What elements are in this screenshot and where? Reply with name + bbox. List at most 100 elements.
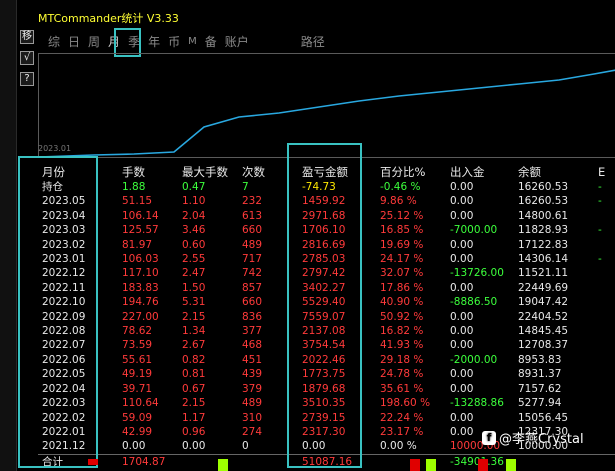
cell-max-lots: 1.50	[182, 281, 206, 294]
tab-year[interactable]: 年	[148, 33, 160, 50]
tab-month[interactable]: 月	[108, 33, 120, 50]
cell-profit: 2739.15	[302, 411, 346, 424]
cell-deposit: 0.00	[450, 310, 474, 323]
cell-count: 468	[242, 339, 263, 352]
tab-backup[interactable]: 备	[205, 33, 217, 50]
table-header-row: 月份 手数 最大手数 次数 盈亏金额 百分比% 出入金 余额 E	[38, 164, 615, 180]
cell-profit: 2797.42	[302, 267, 346, 280]
cell-balance: 22404.52	[518, 310, 569, 323]
cell-profit: 1773.75	[302, 368, 346, 381]
table-row: 2022.11 183.83 1.50 857 3402.27 17.86 % 0.00 22…	[38, 281, 615, 295]
cell-balance: 14845.45	[518, 325, 569, 338]
tab-day[interactable]: 日	[68, 33, 80, 50]
path-button[interactable]: 路径	[301, 33, 325, 50]
check-button[interactable]: √	[20, 51, 34, 65]
move-button[interactable]: 移	[20, 30, 34, 44]
indicator-mark	[506, 459, 516, 471]
cell-percent: 23.17 %	[380, 425, 424, 438]
cell-deposit: 0.00	[450, 382, 474, 395]
cell-profit: 2816.69	[302, 238, 346, 251]
cell-balance: 5277.94	[518, 397, 562, 410]
cell-profit: 3402.27	[302, 281, 346, 294]
cell-extra: E	[598, 165, 606, 179]
cell-profit: 3510.35	[302, 397, 346, 410]
cell-max-lots: 0.00	[182, 440, 206, 453]
window-title: MTCommander统计 V3.33	[38, 12, 179, 25]
tab-account[interactable]: 账户	[225, 33, 249, 50]
cell-profit: 盈亏金额	[302, 165, 348, 179]
cell-deposit: -7000.00	[450, 224, 498, 237]
cell-max-lots: 0.96	[182, 425, 206, 438]
cell-deposit: 0.00	[450, 181, 474, 193]
cell-extra	[598, 439, 615, 454]
cell-count: 717	[242, 253, 263, 266]
cell-lots: 51.15	[122, 195, 153, 208]
cell-profit: 2022.46	[302, 353, 346, 366]
table-row: 2022.03 110.64 2.15 489 3510.35 198.60 % -1328…	[38, 396, 615, 410]
cell-percent: 29.18 %	[380, 353, 424, 366]
cell-extra	[598, 238, 615, 252]
cell-lots: 227.00	[122, 310, 159, 323]
cell-month: 2022.03	[42, 397, 86, 410]
bottom-indicator-strip	[38, 459, 615, 471]
cell-month: 2023.01	[42, 253, 86, 266]
cell-percent: 50.92 %	[380, 310, 424, 323]
cell-max-lots: 2.15	[182, 310, 206, 323]
cell-deposit: 0.00	[450, 368, 474, 381]
cell-max-lots: 2.67	[182, 339, 206, 352]
cell-percent: 35.61 %	[380, 382, 424, 395]
cell-lots: 39.71	[122, 382, 153, 395]
cell-percent: 16.82 %	[380, 325, 424, 338]
cell-extra: -	[598, 181, 602, 193]
tab-quarter[interactable]: 季	[128, 33, 140, 50]
cell-deposit: 0.00	[450, 253, 474, 266]
cell-max-lots: 2.47	[182, 267, 206, 280]
cell-percent: 40.90 %	[380, 296, 424, 309]
cell-max-lots: 2.15	[182, 397, 206, 410]
tab-currency[interactable]: 币	[168, 33, 180, 50]
cell-profit: 1879.68	[302, 382, 346, 395]
cell-lots: 0.00	[122, 440, 146, 453]
cell-max-lots: 2.55	[182, 253, 206, 266]
cell-extra	[598, 425, 615, 439]
cell-month: 2023.02	[42, 238, 86, 251]
cell-balance: 11521.11	[518, 267, 569, 280]
cell-count: 0	[242, 440, 249, 453]
indicator-mark	[426, 459, 436, 471]
cell-max-lots: 0.82	[182, 353, 206, 366]
cell-balance: 17122.83	[518, 238, 569, 251]
cell-month: 2023.04	[42, 209, 86, 222]
table-row: 2022.12 117.10 2.47 742 2797.42 32.07 % -13726…	[38, 266, 615, 280]
cell-deposit: 0.00	[450, 195, 474, 208]
cell-month: 2022.01	[42, 425, 86, 438]
table-row: 持仓 1.88 0.47 7 -74.73 -0.46 % 0.00 16260.53 -	[38, 180, 615, 194]
table-row: 2022.05 49.19 0.81 439 1773.75 24.78 % 0.00 893…	[38, 367, 615, 381]
help-button[interactable]: ?	[20, 72, 34, 86]
cell-month: 2022.09	[42, 310, 86, 323]
tab-summary[interactable]: 综	[48, 33, 60, 50]
table-row: 2022.09 227.00 2.15 836 7559.07 50.92 % 0.00 22…	[38, 310, 615, 324]
cell-profit: 2971.68	[302, 209, 346, 222]
cell-balance: 11828.93	[518, 224, 569, 237]
tab-week[interactable]: 周	[88, 33, 100, 50]
cell-count: 274	[242, 425, 263, 438]
cell-deposit: -8886.50	[450, 296, 498, 309]
cell-lots: 手数	[122, 165, 145, 179]
cell-count: 7	[242, 181, 249, 193]
table-row: 2022.07 73.59 2.67 468 3754.54 41.93 % 0.00 127…	[38, 338, 615, 352]
tab-m[interactable]: M	[188, 36, 197, 47]
cell-lots: 73.59	[122, 339, 153, 352]
cell-month: 月份	[42, 165, 65, 179]
cell-percent: 198.60 %	[380, 397, 431, 410]
cell-max-lots: 最大手数	[182, 165, 228, 179]
cell-extra	[598, 266, 615, 280]
cell-month: 2021.12	[42, 440, 86, 453]
cell-max-lots: 1.17	[182, 411, 206, 424]
cell-count: 742	[242, 267, 263, 280]
cell-count: 489	[242, 238, 263, 251]
cell-profit: 1459.92	[302, 195, 346, 208]
cell-percent: 25.12 %	[380, 209, 424, 222]
cell-percent: 22.24 %	[380, 411, 424, 424]
watermark-text: @李燕Crystal	[499, 432, 584, 447]
cell-count: 232	[242, 195, 263, 208]
